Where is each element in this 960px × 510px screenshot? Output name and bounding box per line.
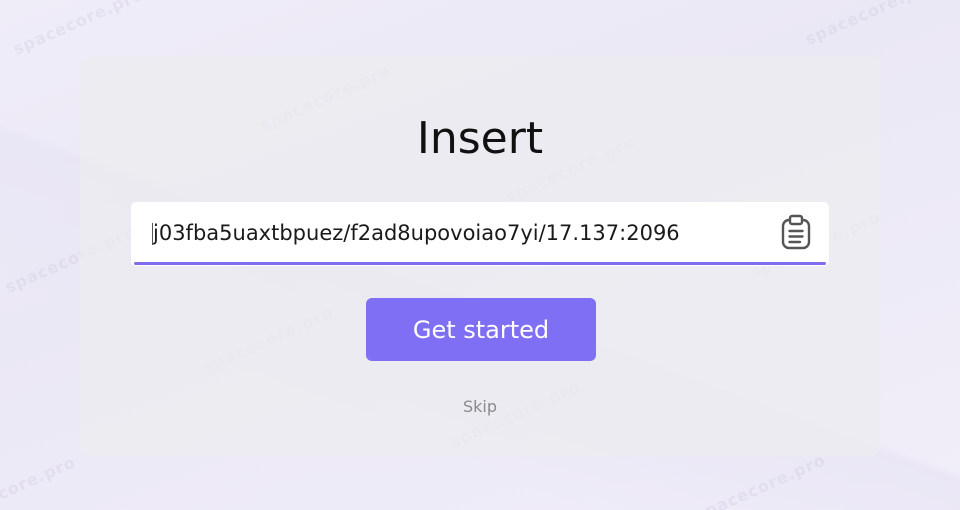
skip-link[interactable]: Skip [463, 397, 497, 416]
watermark: spacecore.pro [802, 0, 939, 49]
input-focus-underline [134, 262, 826, 265]
url-input[interactable] [153, 212, 769, 254]
page-title: Insert [416, 113, 544, 164]
skip-container: Skip [0, 397, 960, 416]
watermark: spacecore.pro [10, 0, 147, 59]
get-started-button[interactable]: Get started [366, 298, 596, 361]
watermark: spacecore.pro [692, 450, 829, 510]
text-caret [152, 223, 153, 245]
paste-button[interactable] [778, 214, 814, 255]
watermark: spacecore.pro [0, 452, 79, 510]
clipboard-icon [779, 214, 813, 255]
